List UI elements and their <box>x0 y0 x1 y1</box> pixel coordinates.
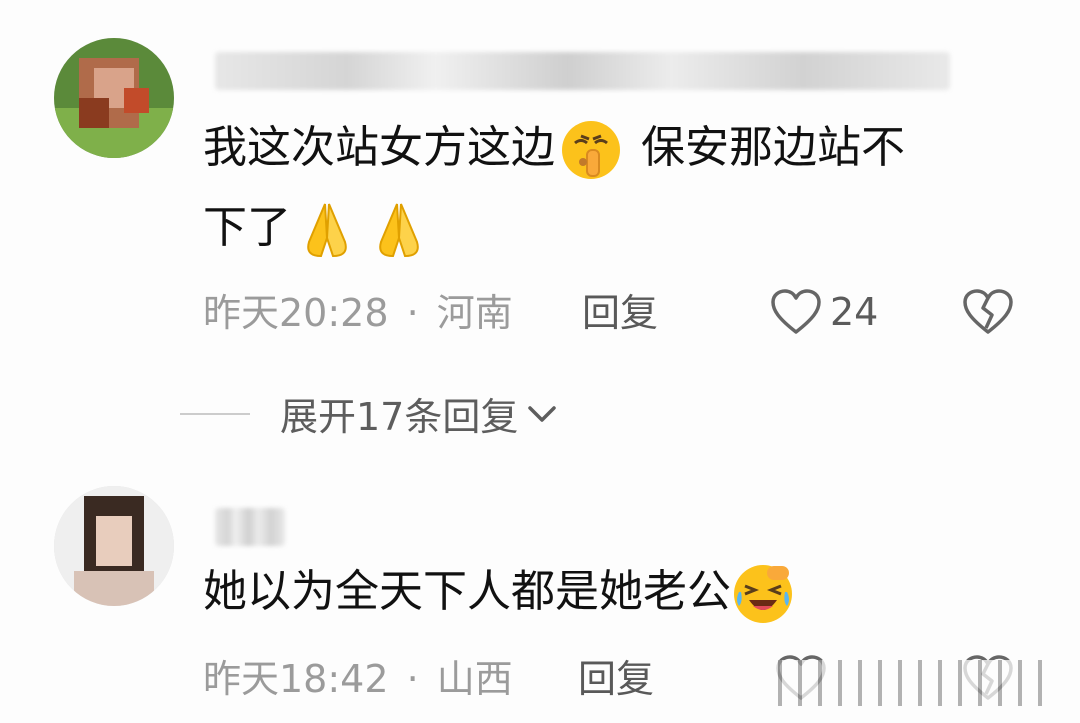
username-blurred <box>215 52 950 90</box>
comment-location: 山西 <box>436 657 513 701</box>
comment-meta: 昨天20:28 · 河南 <box>203 290 513 336</box>
expand-replies[interactable]: 展开17条回复 <box>180 386 558 441</box>
comment-time: 昨天18:42 <box>203 657 389 701</box>
divider-line <box>180 412 250 415</box>
heart-outline-icon <box>770 288 822 336</box>
avatar[interactable] <box>54 486 174 606</box>
username-blurred <box>215 508 285 546</box>
like-count: 24 <box>830 290 879 334</box>
avatar-image-icon <box>54 38 174 158</box>
shushing-face-icon <box>559 118 623 182</box>
comment-text: 她以为全天下人都是她老公 <box>203 566 731 617</box>
expand-replies-label: 展开17条回复 <box>280 395 519 439</box>
reply-button[interactable]: 回复 <box>578 656 654 702</box>
comment-text-line1: 我这次站女方这边 保安那边站不 <box>203 118 905 182</box>
avatar-image-icon <box>54 486 174 606</box>
comment-text: 下了 <box>203 202 291 253</box>
meta-separator: · <box>406 657 419 701</box>
watermark-overlay <box>768 660 1058 706</box>
broken-heart-icon[interactable] <box>962 288 1014 336</box>
like-button[interactable]: 24 <box>770 288 878 336</box>
folded-hands-icon <box>367 198 431 262</box>
laughing-crying-face-icon <box>731 562 795 626</box>
folded-hands-icon <box>295 198 359 262</box>
meta-separator: · <box>406 291 419 335</box>
comment-time: 昨天20:28 <box>203 291 389 335</box>
avatar[interactable] <box>54 38 174 158</box>
comment-item: 我这次站女方这边 保安那边站不 下了 昨天20:28 · 河南 回复 24 <box>0 0 1080 380</box>
reply-button[interactable]: 回复 <box>582 290 658 336</box>
comment-text: 保安那边站不 <box>641 122 905 173</box>
comment-meta: 昨天18:42 · 山西 <box>203 656 513 702</box>
comment-text-line1: 她以为全天下人都是她老公 <box>203 562 799 626</box>
comment-text: 我这次站女方这边 <box>203 122 555 173</box>
chevron-down-icon <box>526 402 558 426</box>
comment-location: 河南 <box>436 291 513 335</box>
comment-text-line2: 下了 <box>203 198 435 262</box>
